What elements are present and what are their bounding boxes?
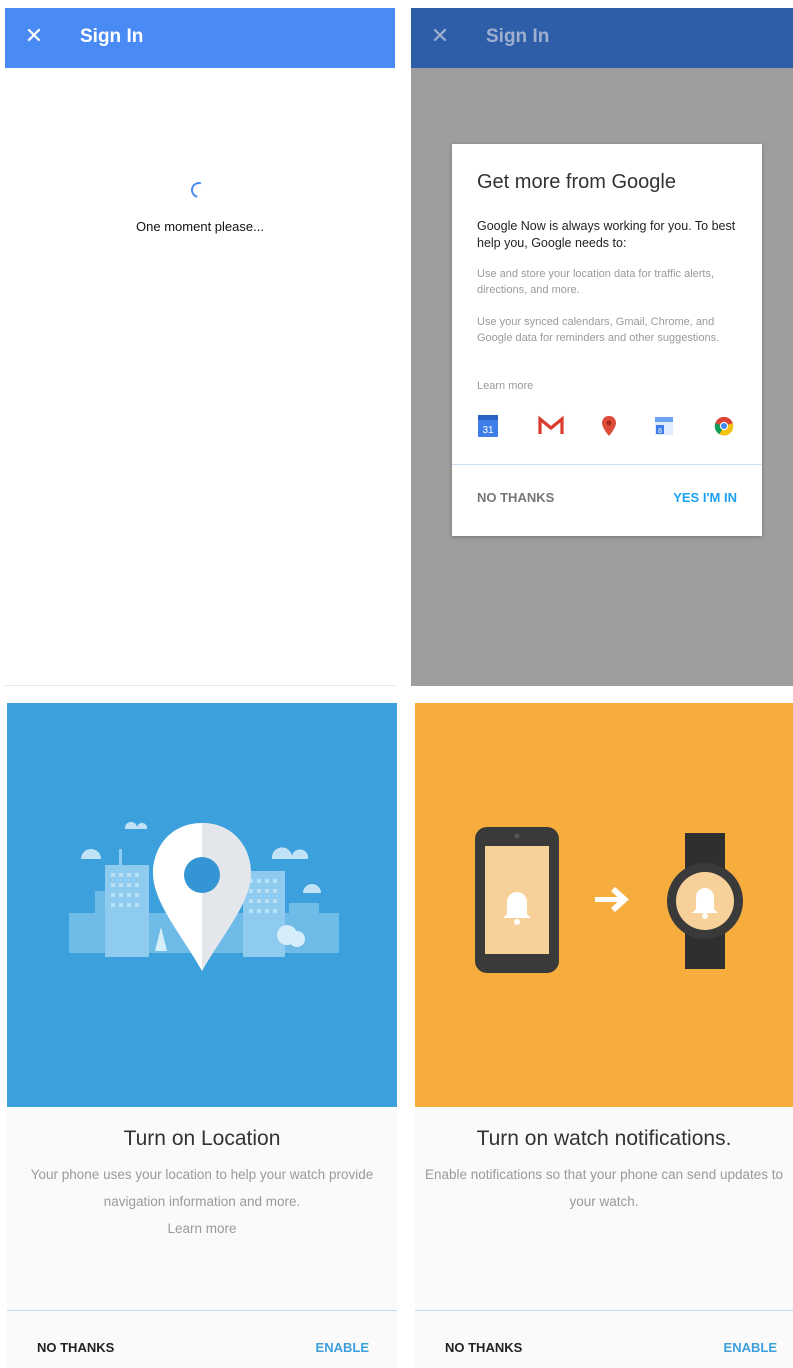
gmail-icon — [538, 415, 564, 434]
google-services-icons: 31 8 — [477, 414, 737, 444]
google-permissions-screen: ✕ Sign In Get more from Google Google No… — [411, 8, 793, 686]
app-bar: ✕ Sign In — [5, 8, 395, 68]
learn-more-link[interactable]: Learn more — [477, 380, 533, 392]
close-icon[interactable]: ✕ — [23, 22, 45, 50]
arrow-right-icon — [595, 887, 629, 912]
loading-spinner-icon — [188, 179, 210, 201]
close-icon: ✕ — [430, 23, 450, 48]
calendar-date-label: 31 — [482, 425, 494, 436]
watch-title: Turn on watch notifications. — [476, 1127, 732, 1150]
location-description-text: Your phone uses your location to help yo… — [30, 1167, 374, 1209]
location-title: Turn on Location — [123, 1127, 281, 1150]
yes-im-in-button[interactable]: YES I'M IN — [673, 490, 737, 505]
calendar-icon: 31 — [478, 415, 498, 437]
divider — [7, 1310, 397, 1311]
permissions-dialog: Get more from Google Google Now is alway… — [452, 144, 762, 536]
maps-pin-icon — [602, 416, 616, 436]
dialog-intro: Google Now is always working for you. To… — [477, 219, 736, 250]
chrome-icon — [714, 416, 734, 436]
watch-notifications-screen: Turn on watch notifications. Enable noti… — [415, 703, 793, 1368]
watch-description: Enable notifications so that your phone … — [425, 1167, 784, 1209]
divider — [415, 1310, 793, 1311]
loading-message: One moment please... — [136, 219, 264, 234]
phone-to-watch-icon — [475, 827, 743, 973]
no-thanks-button[interactable]: NO THANKS — [445, 1340, 522, 1355]
permission-item-location: Use and store your location data for tra… — [477, 268, 715, 296]
city-location-pin-icon — [69, 821, 339, 971]
turn-on-location-screen: Turn on Location Your phone uses your lo… — [7, 703, 397, 1368]
dialog-divider — [452, 464, 762, 465]
calendar-alt-icon: 8 — [655, 417, 673, 435]
divider — [5, 685, 395, 686]
learn-more-link[interactable]: Learn more — [17, 1215, 387, 1242]
dialog-title: Get more from Google — [477, 171, 676, 193]
calendar-alt-label: 8 — [658, 428, 662, 435]
watch-hero-illustration — [415, 703, 793, 1107]
sign-in-loading-screen: ✕ Sign In One moment please... — [5, 8, 395, 686]
location-description: Your phone uses your location to help yo… — [17, 1161, 387, 1242]
permission-item-data: Use your synced calendars, Gmail, Chrome… — [477, 316, 720, 344]
no-thanks-button[interactable]: NO THANKS — [477, 490, 554, 505]
app-bar: ✕ Sign In — [411, 8, 793, 68]
phone-bell-icon — [475, 827, 559, 973]
app-bar-title: Sign In — [486, 26, 550, 47]
enable-button[interactable]: ENABLE — [724, 1340, 777, 1355]
app-bar-title: Sign In — [80, 26, 144, 47]
enable-button[interactable]: ENABLE — [316, 1340, 369, 1355]
location-hero-illustration — [7, 703, 397, 1107]
no-thanks-button[interactable]: NO THANKS — [37, 1340, 114, 1355]
watch-bell-icon — [667, 833, 743, 969]
